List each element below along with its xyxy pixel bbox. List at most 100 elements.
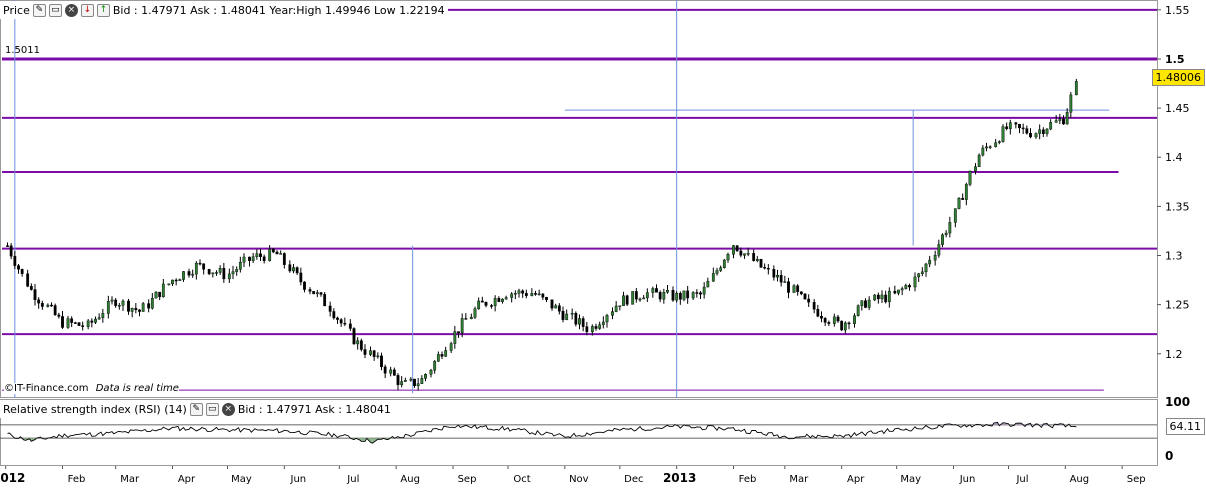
candle-body (884, 295, 886, 302)
candle-body (773, 269, 775, 277)
x-tick-label: Aug (1070, 474, 1090, 485)
candle-body (329, 306, 331, 312)
candle-body (864, 301, 866, 308)
candle-body (303, 282, 305, 290)
candle-body (195, 263, 197, 274)
candle-body (441, 354, 443, 356)
candle-body (61, 316, 63, 327)
candle-body (91, 321, 93, 323)
close-icon[interactable]: × (65, 4, 78, 17)
candle-body (531, 293, 533, 295)
top-level-label: 1.5011 (5, 45, 40, 56)
candle-body (424, 374, 426, 378)
candle-body (804, 294, 806, 299)
candle-body (881, 295, 883, 299)
window-icon[interactable]: ▭ (206, 403, 219, 416)
candle-body (615, 306, 617, 312)
candle-body (961, 198, 963, 199)
candle-body (175, 280, 177, 281)
candle-body (1022, 128, 1024, 129)
candle-body (364, 350, 366, 355)
candle-body (380, 356, 382, 367)
candle-body (158, 292, 160, 297)
wrench-icon[interactable]: ✎ (33, 4, 46, 17)
candle-body (917, 274, 919, 277)
candle-body (817, 309, 819, 316)
candle-body (833, 317, 835, 324)
candle-body (591, 326, 593, 331)
candle-body (81, 326, 83, 327)
candle-body (389, 370, 391, 373)
candle-body (323, 294, 325, 306)
candle-body (542, 294, 544, 297)
window-icon[interactable]: ▭ (49, 4, 62, 17)
candle-body (760, 259, 762, 267)
candle-body (259, 254, 261, 257)
candle-body (400, 382, 402, 385)
candle-body (212, 273, 214, 274)
candle-body (179, 280, 181, 281)
candle-body (1075, 81, 1077, 94)
candle-body (659, 292, 661, 299)
candle-body (377, 356, 379, 357)
candle-body (945, 233, 947, 235)
candle-body (743, 254, 745, 256)
candle-body (481, 301, 483, 302)
candle-body (151, 298, 153, 308)
candle-body (344, 323, 346, 324)
rsi-quote-info: Bid : 1.47971 Ask : 1.48041 (238, 403, 391, 416)
candle-body (518, 291, 520, 293)
x-tick-label: Jul (346, 474, 359, 485)
candle-body (949, 222, 951, 233)
candle-body (505, 298, 507, 300)
candle-body (602, 322, 604, 325)
arrow-down-icon[interactable]: ↓ (81, 4, 94, 17)
candle-body (300, 273, 302, 282)
candle-body (272, 249, 274, 252)
y-tick-label: 1.5 (1165, 53, 1185, 66)
candle-body (998, 142, 1000, 143)
candle-body (598, 325, 600, 329)
candle-body (813, 302, 815, 309)
y-tick-label: 1.2 (1165, 348, 1183, 361)
candle-body (208, 269, 210, 274)
candle-body (861, 301, 863, 306)
candle-body (712, 273, 714, 281)
candle-body (404, 380, 406, 381)
candle-body (191, 274, 193, 275)
candle-body (312, 291, 314, 294)
candle-body (828, 322, 830, 323)
candle-body (1046, 129, 1048, 134)
candle-body (70, 319, 72, 323)
wrench-icon[interactable]: ✎ (190, 403, 203, 416)
candle-body (767, 268, 769, 269)
candle-body (114, 300, 116, 306)
candle-body (340, 320, 342, 324)
candle-body (393, 370, 395, 375)
candle-body (188, 271, 190, 275)
candle-body (410, 379, 412, 380)
candle-body (521, 291, 523, 293)
close-icon[interactable]: × (222, 403, 235, 416)
arrow-up-icon[interactable]: ↑ (97, 4, 110, 17)
candle-body (780, 275, 782, 282)
candle-body (545, 297, 547, 299)
candle-body (877, 295, 879, 299)
candle-body (10, 246, 12, 256)
candle-body (675, 293, 677, 300)
candle-body (320, 293, 322, 295)
candle-body (421, 378, 423, 383)
candle-body (941, 235, 943, 245)
candle-body (98, 318, 100, 319)
x-tick-label: May (900, 474, 921, 485)
candle-body (279, 253, 281, 254)
candle-body (679, 293, 681, 299)
candle-body (127, 301, 129, 311)
footer-credit: ©IT-Finance.com Data is real time (4, 383, 179, 394)
candle-body (796, 286, 798, 292)
candle-body (1026, 129, 1028, 134)
candle-body (1066, 112, 1068, 124)
candle-body (417, 384, 419, 386)
candle-body (888, 291, 890, 302)
candle-body (925, 264, 927, 272)
